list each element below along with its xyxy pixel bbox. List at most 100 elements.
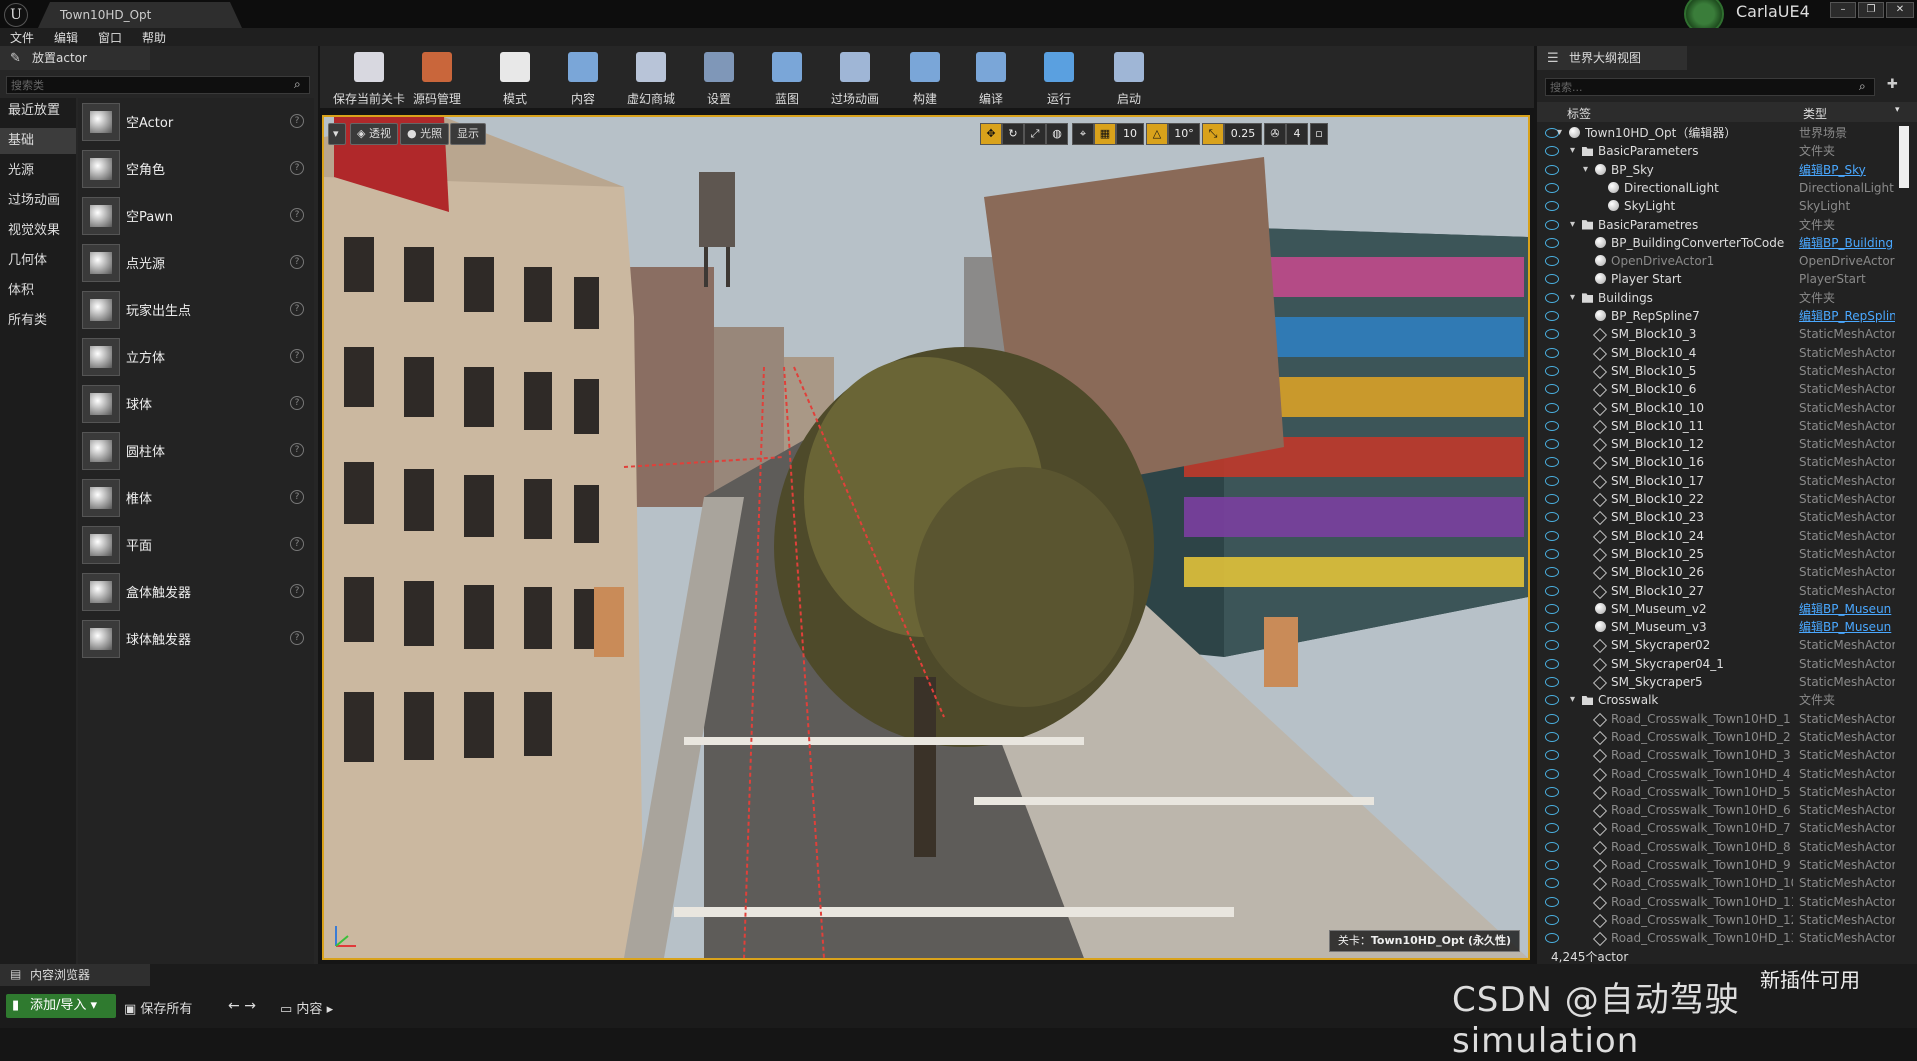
help-icon[interactable]: ? (290, 584, 304, 598)
actor-type[interactable]: 编辑BP_Museun (1799, 600, 1895, 618)
outliner-row[interactable]: ▾ BasicParameters 文件夹 (1537, 142, 1897, 160)
save-all-button[interactable]: ▣ 保存所有 (124, 998, 192, 1017)
outliner-row[interactable]: SM_Block10_5 StaticMeshActor (1537, 362, 1897, 380)
toolbar-button[interactable]: 编译 (952, 48, 1030, 106)
outliner-row[interactable]: SM_Block10_6 StaticMeshActor (1537, 380, 1897, 398)
camera-speed-icon[interactable]: ✇ (1264, 123, 1286, 145)
class-search-input[interactable]: 搜索类 (6, 76, 310, 94)
visibility-eye-icon[interactable] (1545, 750, 1559, 761)
toolbar-button[interactable]: 设置 (680, 48, 758, 106)
visibility-eye-icon[interactable] (1545, 603, 1559, 614)
outliner-row[interactable]: SkyLight SkyLight (1537, 197, 1897, 215)
expand-arrow-icon[interactable]: ▾ (1570, 289, 1575, 307)
visibility-eye-icon[interactable] (1545, 530, 1559, 541)
toolbar-button[interactable]: 虚幻商城 (612, 48, 690, 106)
toolbar-button[interactable]: 启动 (1090, 48, 1168, 106)
visibility-eye-icon[interactable] (1545, 274, 1559, 285)
world-space-icon[interactable]: ◍ (1046, 123, 1068, 145)
outliner-row[interactable]: Road_Crosswalk_Town10HD_11 StaticMeshActo… (1537, 893, 1897, 911)
outliner-row[interactable]: OpenDriveActor1 OpenDriveActor (1537, 252, 1897, 270)
outliner-search-input[interactable]: 搜索... (1545, 78, 1875, 96)
search-icon[interactable]: ⌕ (1859, 79, 1866, 94)
outliner-row[interactable]: SM_Block10_3 StaticMeshActor (1537, 325, 1897, 343)
visibility-eye-icon[interactable] (1545, 933, 1559, 944)
visibility-eye-icon[interactable] (1545, 914, 1559, 925)
outliner-row[interactable]: ▾ BP_Sky 编辑BP_Sky (1537, 161, 1897, 179)
outliner-row[interactable]: Road_Crosswalk_Town10HD_13 StaticMeshActo… (1537, 929, 1897, 947)
help-icon[interactable]: ? (290, 443, 304, 457)
visibility-eye-icon[interactable] (1545, 365, 1559, 376)
visibility-eye-icon[interactable] (1545, 494, 1559, 504)
outliner-row[interactable]: Player Start PlayerStart (1537, 270, 1897, 288)
outliner-row[interactable]: Road_Crosswalk_Town10HD_12 StaticMeshActo… (1537, 911, 1897, 929)
outliner-row[interactable]: Road_Crosswalk_Town10HD_7 StaticMeshActor (1537, 819, 1897, 837)
visibility-eye-icon[interactable] (1545, 860, 1559, 870)
help-icon[interactable]: ? (290, 255, 304, 269)
actor-type[interactable]: 编辑BP_RepSplin (1799, 307, 1895, 325)
outliner-row[interactable]: Road_Crosswalk_Town10HD_9 StaticMeshActor (1537, 856, 1897, 874)
placeable-item[interactable]: 盒体触发器? (78, 570, 314, 614)
visibility-eye-icon[interactable] (1545, 311, 1559, 321)
content-path-breadcrumb[interactable]: ▭ 内容 ▸ (280, 998, 333, 1017)
toolbar-button[interactable]: 过场动画 (816, 48, 894, 106)
help-icon[interactable]: ? (290, 537, 304, 551)
visibility-eye-icon[interactable] (1545, 896, 1559, 907)
visibility-eye-icon[interactable] (1545, 146, 1559, 157)
placeable-item[interactable]: 玩家出生点? (78, 288, 314, 332)
outliner-row[interactable]: SM_Block10_23 StaticMeshActor (1537, 508, 1897, 526)
outliner-row[interactable]: SM_Block10_16 StaticMeshActor (1537, 453, 1897, 471)
expand-arrow-icon[interactable]: ▾ (1570, 691, 1575, 709)
minimize-button[interactable]: – (1830, 2, 1856, 18)
visibility-eye-icon[interactable] (1545, 878, 1559, 889)
level-tab[interactable]: Town10HD_Opt (38, 2, 242, 28)
outliner-row[interactable]: SM_Block10_24 StaticMeshActor (1537, 527, 1897, 545)
placeable-item[interactable]: 点光源? (78, 241, 314, 285)
search-icon[interactable]: ⌕ (294, 77, 301, 92)
outliner-row[interactable]: SM_Museum_v3 编辑BP_Museun (1537, 618, 1897, 636)
category-item[interactable]: 基础 (0, 128, 76, 154)
visibility-eye-icon[interactable] (1545, 585, 1559, 596)
outliner-row[interactable]: ▾ Town10HD_Opt（编辑器） 世界场景 (1537, 124, 1897, 142)
show-menu-button[interactable]: 显示 (450, 123, 486, 145)
toolbar-button[interactable]: 蓝图 (748, 48, 826, 106)
visibility-eye-icon[interactable] (1545, 731, 1559, 742)
outliner-row[interactable]: SM_Skycraper04_1 StaticMeshActor (1537, 655, 1897, 673)
add-actor-icon[interactable]: ✚ (1887, 77, 1898, 92)
outliner-row[interactable]: SM_Block10_11 StaticMeshActor (1537, 417, 1897, 435)
close-button[interactable]: ✕ (1886, 2, 1914, 18)
maximize-viewport-icon[interactable]: ▫ (1310, 123, 1328, 145)
menu-file[interactable]: 文件 (10, 29, 34, 46)
placeable-item[interactable]: 立方体? (78, 335, 314, 379)
outliner-row[interactable]: Road_Crosswalk_Town10HD_3 StaticMeshActor (1537, 746, 1897, 764)
column-options-icon[interactable]: ▾ (1895, 105, 1900, 115)
visibility-eye-icon[interactable] (1545, 841, 1559, 852)
visibility-eye-icon[interactable] (1545, 384, 1559, 395)
placeable-item[interactable]: 平面? (78, 523, 314, 567)
rotation-snap-value[interactable]: 10° (1168, 123, 1200, 145)
visibility-eye-icon[interactable] (1545, 201, 1559, 212)
maximize-button[interactable]: ❐ (1858, 2, 1884, 18)
visibility-eye-icon[interactable] (1545, 420, 1559, 431)
level-viewport[interactable]: ▾ ◈ 透视 ● 光照 显示 ✥ ↻ ⤢ ◍ ⌖ ▦ 10 △ 10° ⤡ 0.… (322, 115, 1530, 960)
outliner-scrollbar[interactable] (1899, 126, 1909, 188)
outliner-row[interactable]: SM_Block10_10 StaticMeshActor (1537, 399, 1897, 417)
visibility-eye-icon[interactable] (1545, 567, 1559, 578)
visibility-eye-icon[interactable] (1545, 219, 1559, 230)
toolbar-button[interactable]: 模式 (476, 48, 554, 106)
world-outliner-tab[interactable]: 世界大纲视图 (1537, 46, 1687, 70)
outliner-row[interactable]: ▾ Crosswalk 文件夹 (1537, 691, 1897, 709)
category-item[interactable]: 几何体 (0, 248, 76, 274)
help-icon[interactable]: ? (290, 631, 304, 645)
visibility-eye-icon[interactable] (1545, 805, 1559, 816)
outliner-row[interactable]: SM_Skycraper02 StaticMeshActor (1537, 636, 1897, 654)
label-column-header[interactable]: 标签 (1567, 105, 1591, 122)
outliner-row[interactable]: SM_Block10_25 StaticMeshActor (1537, 545, 1897, 563)
grid-snap-value[interactable]: 10 (1116, 123, 1144, 145)
help-icon[interactable]: ? (290, 114, 304, 128)
surface-snap-icon[interactable]: ⌖ (1072, 123, 1094, 145)
help-icon[interactable]: ? (290, 349, 304, 363)
toolbar-button[interactable]: 运行 (1020, 48, 1098, 106)
visibility-eye-icon[interactable] (1545, 164, 1559, 175)
visibility-eye-icon[interactable] (1545, 237, 1559, 248)
category-item[interactable]: 光源 (0, 158, 76, 184)
